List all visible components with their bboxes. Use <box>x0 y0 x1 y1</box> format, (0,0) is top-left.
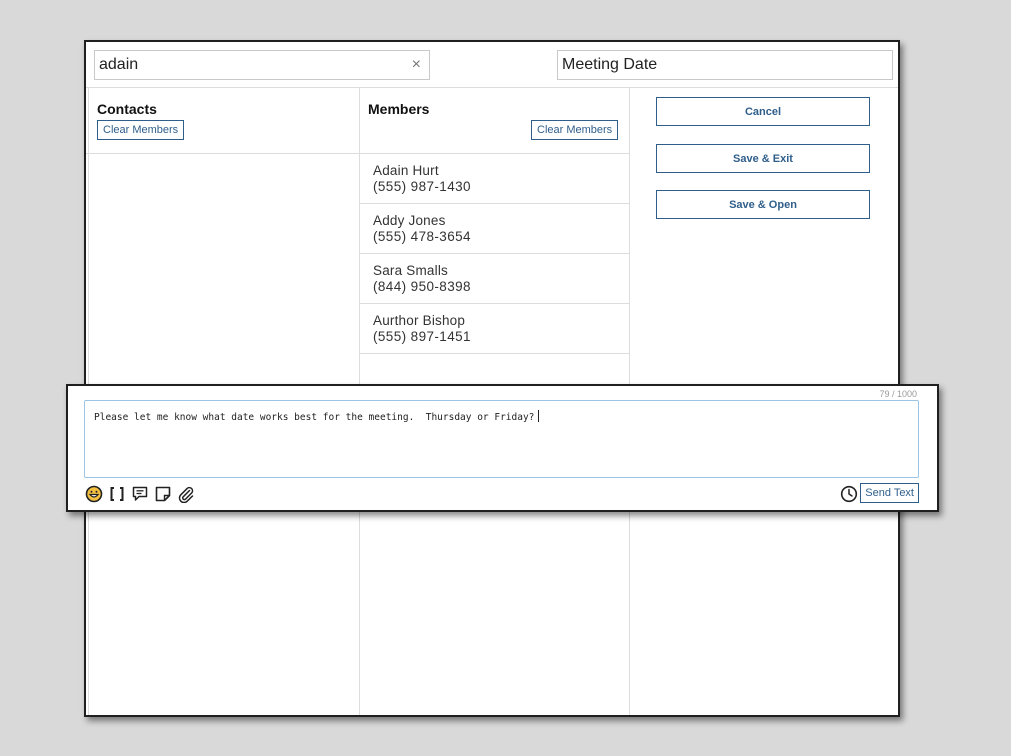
search-field[interactable]: × <box>94 50 430 80</box>
clock-icon[interactable] <box>840 485 858 503</box>
emoji-icon[interactable] <box>85 485 103 503</box>
character-counter: 79 / 1000 <box>879 389 917 399</box>
send-text-button[interactable]: Send Text <box>860 483 919 503</box>
member-item[interactable]: Sara Smalls (844) 950-8398 <box>360 254 629 304</box>
member-item[interactable]: Aurthor Bishop (555) 897-1451 <box>360 304 629 354</box>
clear-members-button[interactable]: Clear Members <box>531 120 619 140</box>
cancel-button[interactable]: Cancel <box>656 97 870 126</box>
member-phone: (844) 950-8398 <box>373 279 471 294</box>
member-phone: (555) 897-1451 <box>373 329 471 344</box>
text-caret <box>538 410 540 422</box>
note-icon[interactable] <box>154 485 172 503</box>
member-phone: (555) 478-3654 <box>373 229 471 244</box>
member-phone: (555) 987-1430 <box>373 179 471 194</box>
message-text: Please let me know what date works best … <box>94 410 540 423</box>
clear-search-icon[interactable]: × <box>412 55 421 75</box>
contacts-heading: Contacts <box>97 101 157 117</box>
member-item[interactable]: Adain Hurt (555) 987-1430 <box>360 154 629 204</box>
member-editor-window: × Contacts Clear Members Members Clear M… <box>84 40 900 717</box>
attachment-icon[interactable] <box>177 485 195 503</box>
member-name: Adain Hurt <box>373 163 439 178</box>
chat-icon[interactable] <box>131 485 149 503</box>
search-input[interactable] <box>99 54 399 76</box>
member-name: Addy Jones <box>373 213 446 228</box>
divider <box>86 87 898 88</box>
member-item[interactable]: Addy Jones (555) 478-3654 <box>360 204 629 254</box>
title-field[interactable] <box>557 50 893 80</box>
member-name: Sara Smalls <box>373 263 448 278</box>
clear-contacts-button[interactable]: Clear Members <box>97 120 185 140</box>
title-input[interactable] <box>562 54 882 76</box>
save-open-button[interactable]: Save & Open <box>656 190 870 219</box>
members-heading: Members <box>368 101 430 117</box>
save-exit-button[interactable]: Save & Exit <box>656 144 870 173</box>
member-name: Aurthor Bishop <box>373 313 466 328</box>
message-textarea[interactable]: Please let me know what date works best … <box>84 400 919 478</box>
member-list: Adain Hurt (555) 987-1430 Addy Jones (55… <box>360 154 629 354</box>
brackets-icon[interactable] <box>108 485 126 503</box>
message-composer: 79 / 1000 Please let me know what date w… <box>66 384 939 512</box>
